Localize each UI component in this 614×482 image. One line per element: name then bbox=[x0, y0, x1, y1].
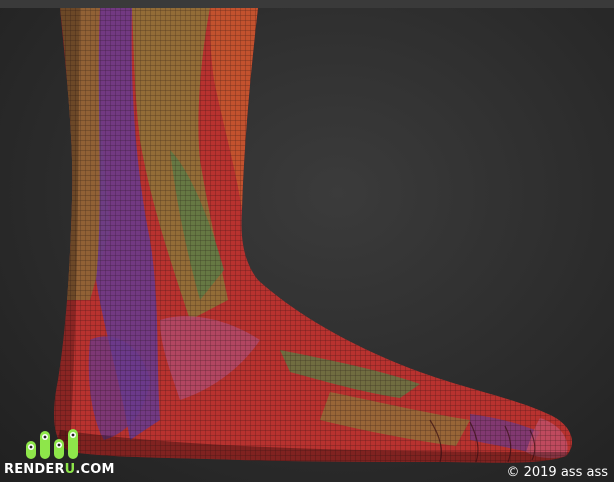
logo-text-suffix: .COM bbox=[75, 462, 115, 477]
renderu-logo: RENDERU.COM bbox=[4, 425, 115, 477]
copyright-text: © 2019 ass ass bbox=[506, 465, 608, 480]
foot-mesh-render bbox=[54, 8, 572, 463]
logo-text: RENDERU.COM bbox=[4, 462, 115, 477]
wire-mesh bbox=[54, 8, 572, 463]
logo-text-accent: U bbox=[64, 462, 76, 477]
logo-text-main: RENDER bbox=[4, 462, 65, 477]
render-viewport: RENDERU.COM © 2019 ass ass bbox=[0, 0, 614, 482]
logo-mascots-icon bbox=[26, 429, 78, 459]
